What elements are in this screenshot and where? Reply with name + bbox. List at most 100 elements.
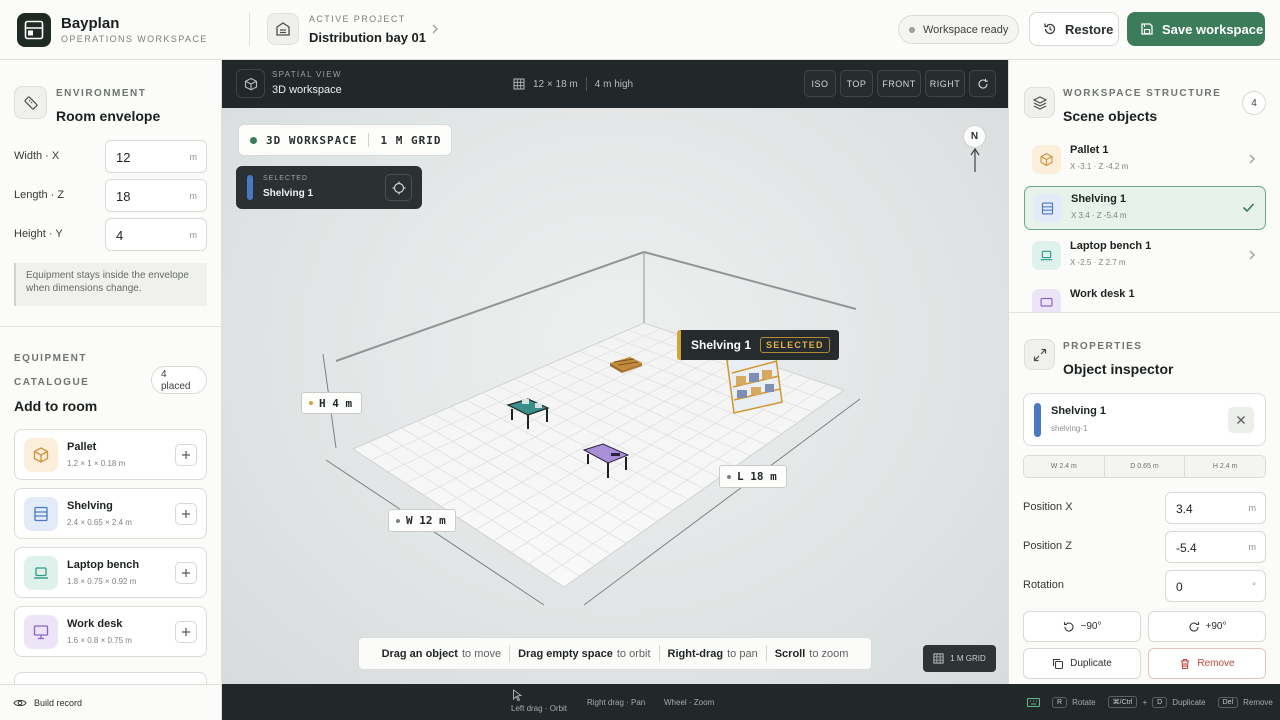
catalogue-item-spec: 1.2 × 1 × 0.18 m [67,459,126,468]
catalogue-item-name: Work desk [67,618,123,630]
cursor-icon [512,689,523,701]
scene-object-laptop-bench-1[interactable]: Laptop bench 1 X -2.5 · Z 2.7 m [1024,234,1266,278]
object-depth: D 0.65 m [1105,456,1186,477]
object-dimensions: W 2.4 m D 0.65 m H 2.4 m [1023,455,1266,478]
save-label: Save workspace [1162,21,1264,37]
build-record-label: Build record [34,697,83,708]
length-input[interactable]: 18 m [105,179,207,212]
grid-toggle-button[interactable]: 1 M GRID [923,645,996,672]
object-name: Laptop bench 1 [1070,240,1152,252]
position-x-label: Position X [1023,501,1073,513]
catalogue-item-shelving[interactable]: Shelving 2.4 × 0.65 × 2.4 m [14,488,207,539]
width-input[interactable]: 12 m [105,140,207,173]
mode-dot [250,136,257,144]
hint-orbit: Drag empty space to orbit [518,647,651,660]
object-name: Work desk 1 [1070,288,1135,300]
copy-icon [1052,658,1064,670]
keyboard-icon [1027,697,1040,707]
selected-label: SELECTED [263,175,308,182]
interaction-hints: Drag an object to move Drag empty space to… [358,637,872,670]
layers-icon [1024,87,1055,118]
rotate-ccw-label: −90° [1080,621,1102,632]
monitor-icon [24,615,58,649]
deselect-button[interactable] [1228,407,1254,433]
length-dot [727,474,731,479]
catalogue-item-work-desk[interactable]: Work desk 1.6 × 0.8 × 0.75 m [14,606,207,657]
build-record-button[interactable]: Build record [0,684,222,720]
chevron-right-icon[interactable] [431,23,439,35]
view-mode-chip: 3D WORKSPACE 1 M GRID [238,124,452,156]
warehouse-icon [267,13,299,45]
restore-label: Restore [1065,21,1114,37]
position-z-input[interactable]: -5.4 m [1165,531,1266,563]
width-dot [396,518,400,523]
selection-label: Shelving 1 SELECTED [677,330,839,360]
catalogue-item-spec: 1.6 × 0.8 × 0.75 m [67,636,132,645]
rotation-unit: ° [1252,581,1256,591]
grid-icon [933,653,944,664]
check-icon [1242,202,1255,213]
restore-icon [1043,22,1057,36]
position-x-value: 3.4 [1176,502,1193,516]
shelving-icon [24,497,58,531]
app-header: Bayplan OPERATIONS WORKSPACE ACTIVE PROJ… [0,0,1280,60]
crosshair-icon [392,181,406,195]
rotation-label: Rotation [1023,579,1064,591]
status-bar: Build record Left drag · Orbit Right dra… [0,684,1280,720]
duplicate-hint: Duplicate [1172,697,1206,707]
rotate-cw-icon [1188,621,1200,633]
project-name[interactable]: Distribution bay 01 [309,30,426,45]
add-laptop-bench-button[interactable] [175,562,197,584]
scene-object-work-desk-1[interactable]: Work desk 1 [1024,282,1266,312]
catalogue-item-name: Laptop bench [67,559,140,571]
add-work-desk-button[interactable] [175,621,197,643]
equipment-label: EQUIPMENT [14,353,87,364]
add-shelving-button[interactable] [175,503,197,525]
scene-object-shelving-1[interactable]: Shelving 1 X 3.4 · Z -5.4 m [1024,186,1266,230]
placed-count-badge: 4 placed [151,366,207,394]
rotate-cw-button[interactable]: +90° [1148,611,1266,642]
key-ctrl: ⌘/Ctrl [1107,696,1138,708]
rotate-ccw-button[interactable]: −90° [1023,611,1141,642]
box-icon [24,438,58,472]
properties-label: PROPERTIES [1063,341,1143,352]
scene-object-pallet-1[interactable]: Pallet 1 X -3.1 · Z -4.2 m [1024,138,1266,182]
eye-icon [13,698,27,708]
remove-button[interactable]: Remove [1148,648,1266,679]
add-pallet-button[interactable] [175,444,197,466]
wheel-hint: Wheel · Zoom [664,698,715,707]
catalogue-title: Add to room [14,398,98,414]
keyboard-hints: R Rotate ⌘/Ctrl + D Duplicate Del Remove [1008,684,1280,720]
compass-north-button[interactable]: N [963,125,986,148]
app-logo-icon [17,13,51,47]
duplicate-button[interactable]: Duplicate [1023,648,1141,679]
catalogue-item-name: Pallet [67,441,97,453]
viewport-3d[interactable]: SPATIAL VIEW 3D workspace 12 × 18 m 4 m … [222,60,1008,684]
selection-tag: SELECTED [760,337,830,353]
focus-target-button[interactable] [385,174,412,201]
key-del: Del [1217,696,1239,708]
height-dimension-label: H 4 m [301,392,362,414]
length-dimension-text: L 18 m [737,470,777,483]
rotate-hint: Rotate [1072,697,1096,707]
chevron-right-icon [1248,153,1256,165]
hint-move: Drag an object to move [381,647,502,660]
app-title: Bayplan [61,15,120,32]
width-unit: m [189,152,198,162]
restore-button[interactable]: Restore [1029,12,1119,46]
selected-object-card: SELECTED Shelving 1 [236,166,422,209]
section-divider [1009,312,1280,313]
height-label: Height · Y [14,228,63,240]
catalogue-item-pallet[interactable]: Pallet 1.2 × 1 × 0.18 m [14,429,207,480]
rotation-input[interactable]: 0 ° [1165,570,1266,602]
catalogue-item-laptop-bench[interactable]: Laptop bench 1.8 × 0.75 × 0.92 m [14,547,207,598]
position-x-input[interactable]: 3.4 m [1165,492,1266,524]
width-dimension-text: W 12 m [406,514,446,527]
height-input[interactable]: 4m [105,218,207,251]
save-workspace-button[interactable]: Save workspace [1127,12,1265,46]
close-icon [1236,415,1246,425]
laptop-icon [1032,241,1061,270]
remove-hint: Remove [1243,697,1273,707]
plus-sign: + [1142,697,1148,707]
rotate-ccw-icon [1063,621,1075,633]
